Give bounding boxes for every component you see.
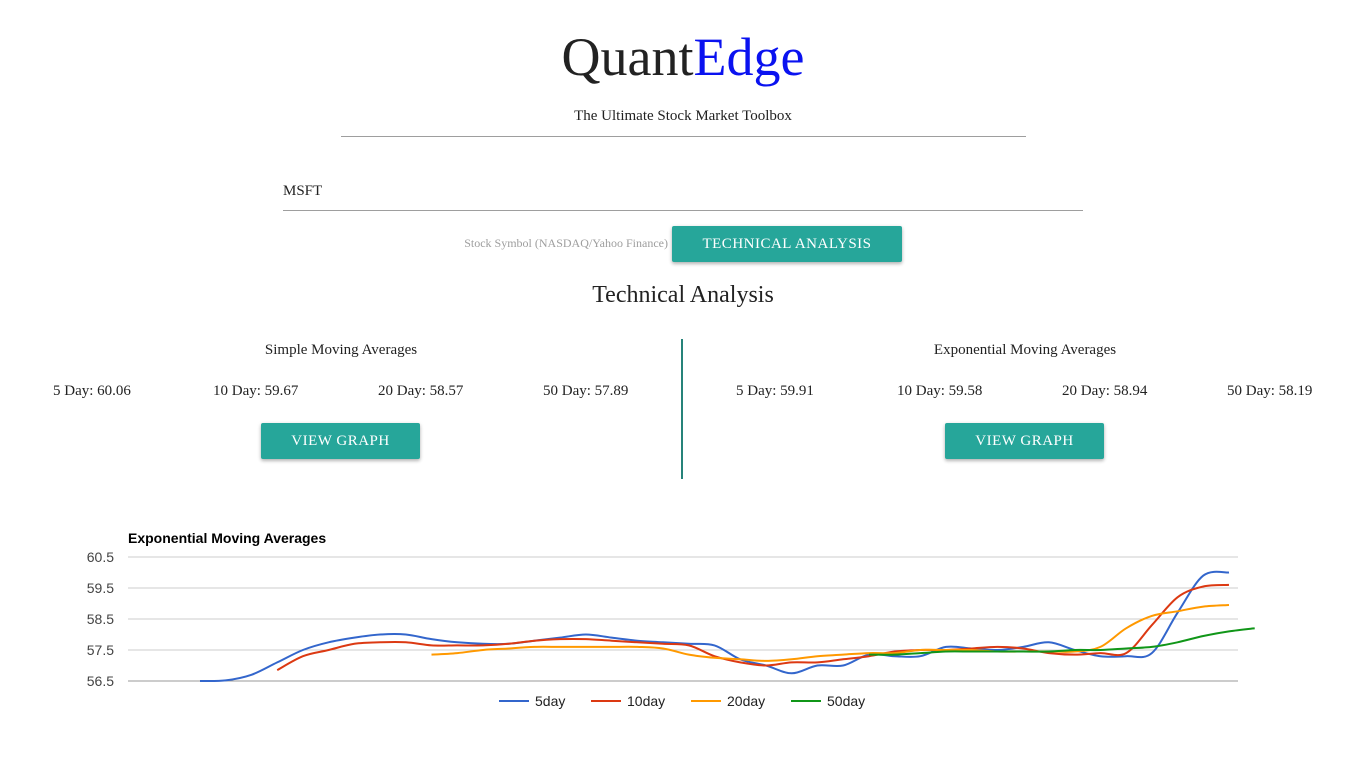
legend-label-10day: 10day	[627, 693, 665, 709]
column-divider	[681, 339, 683, 479]
series-line-10day	[276, 583, 1230, 671]
y-tick-label: 58.5	[87, 611, 114, 627]
sma-50day-value: 50 Day: 57.89	[543, 383, 629, 399]
ema-chart: Exponential Moving Averages 60.5 59.5 58.5…	[0, 520, 1366, 720]
tagline: The Ultimate Stock Market Toolbox	[574, 108, 792, 124]
ema-50day-value: 50 Day: 58.19	[1227, 383, 1313, 399]
section-title: Technical Analysis	[592, 282, 774, 308]
stock-symbol-input[interactable]	[283, 172, 1083, 211]
y-tick-label: 60.5	[87, 549, 114, 565]
y-tick-label: 57.5	[87, 642, 114, 658]
brand-edge: Edge	[693, 27, 805, 87]
stock-symbol-label: Stock Symbol (NASDAQ/Yahoo Finance)	[464, 236, 668, 250]
ema-20day-value: 20 Day: 58.94	[1062, 383, 1148, 399]
sma-view-graph-button[interactable]: VIEW GRAPH	[261, 423, 420, 459]
ema-10day-value: 10 Day: 59.58	[897, 383, 983, 399]
ema-chart-svg: Exponential Moving Averages 60.5 59.5 58.5…	[87, 530, 1255, 709]
ema-5day-value: 5 Day: 59.91	[736, 383, 814, 399]
sma-5day-value: 5 Day: 60.06	[53, 383, 131, 399]
header-divider	[341, 136, 1026, 137]
y-tick-label: 56.5	[87, 673, 114, 689]
y-tick-label: 59.5	[87, 580, 114, 596]
ema-view-graph-button[interactable]: VIEW GRAPH	[945, 423, 1104, 459]
sma-10day-value: 10 Day: 59.67	[213, 383, 299, 399]
brand-quant: Quant	[561, 27, 694, 87]
legend-label-50day: 50day	[827, 693, 865, 709]
legend-label-5day: 5day	[535, 693, 565, 709]
sma-20day-value: 20 Day: 58.57	[378, 383, 464, 399]
series-line-20day	[431, 604, 1230, 662]
ema-title: Exponential Moving Averages	[933, 342, 1117, 358]
sma-title: Simple Moving Averages	[264, 342, 418, 358]
app-logo: QuantEdge	[0, 26, 1366, 88]
chart-title: Exponential Moving Averages	[128, 530, 326, 546]
technical-analysis-button[interactable]: TECHNICAL ANALYSIS	[672, 226, 902, 262]
legend-label-20day: 20day	[727, 693, 765, 709]
